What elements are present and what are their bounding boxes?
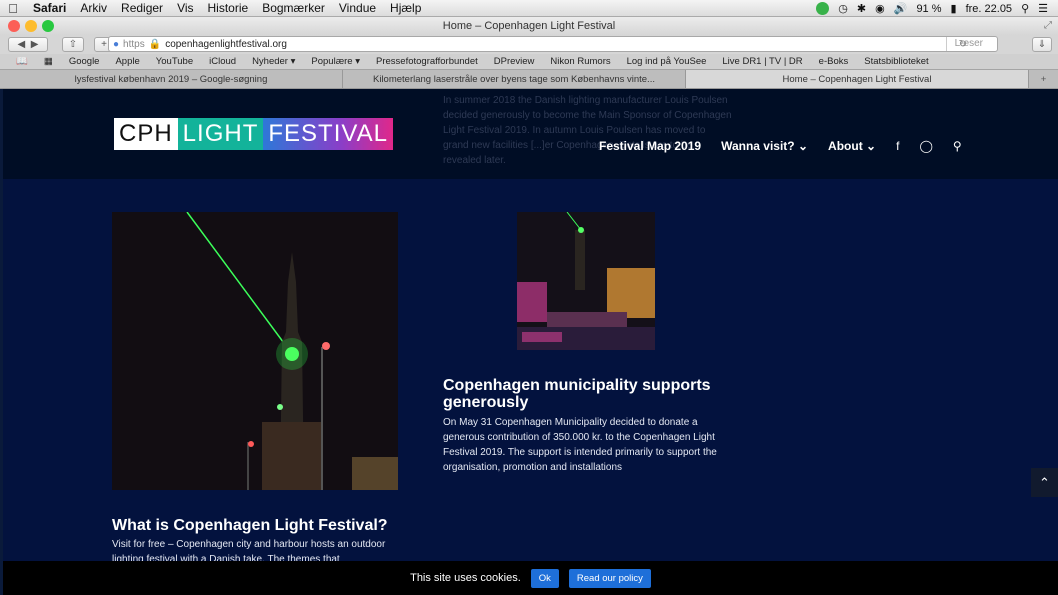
chevron-down-icon: ⌄ [866, 139, 877, 153]
back-icon[interactable]: ◀ [18, 39, 26, 50]
menu-bogmaerker[interactable]: Bogmærker [255, 1, 332, 15]
window-controls [8, 20, 54, 32]
reader-button[interactable]: Læser [945, 37, 991, 51]
bluetooth-icon[interactable]: ✱ [857, 2, 866, 15]
url-scheme: https [123, 38, 145, 50]
logo-festival: FESTIVAL [263, 118, 393, 150]
share-button[interactable]: ⇧ [62, 37, 84, 52]
nav-about[interactable]: About ⌄ [828, 139, 876, 153]
cookie-ok-button[interactable]: Ok [530, 568, 559, 588]
webpage-viewport: In summer 2018 the Danish lighting manuf… [3, 89, 1058, 595]
menu-vis[interactable]: Vis [170, 1, 200, 15]
main-nav: Festival Map 2019 Wanna visit? ⌄ About ⌄… [599, 139, 962, 153]
nav-wanna-visit[interactable]: Wanna visit? ⌄ [721, 139, 808, 153]
laser-tower-photo [112, 212, 398, 490]
spotlight-icon[interactable]: ⚲ [1021, 2, 1029, 15]
instagram-icon[interactable]: ◯ [919, 139, 932, 153]
apple-menu-icon[interactable]:  [0, 1, 26, 16]
nav-festival-map[interactable]: Festival Map 2019 [599, 139, 701, 153]
reading-list-icon[interactable]: 📖 [8, 56, 36, 67]
post-excerpt: Visit for free – Copenhagen city and har… [112, 539, 386, 561]
menu-rediger[interactable]: Rediger [114, 1, 170, 15]
bookmark-item[interactable]: DPreview [486, 56, 543, 67]
back-to-top-button[interactable]: ⌃ [1031, 468, 1058, 497]
search-icon[interactable]: ⚲ [953, 139, 962, 153]
new-tab-button[interactable]: + [1029, 70, 1058, 88]
bookmark-item[interactable]: Nikon Rumors [542, 56, 618, 67]
bookmark-item[interactable]: Nyheder ▾ [244, 56, 303, 67]
forward-icon[interactable]: ▶ [31, 39, 39, 50]
battery-percent[interactable]: 91 % [916, 3, 941, 15]
menu-vindue[interactable]: Vindue [332, 1, 383, 15]
tab-bar: lysfestival københavn 2019 – Google-søgn… [0, 70, 1058, 89]
menu-arkiv[interactable]: Arkiv [73, 1, 114, 15]
zoom-window-icon[interactable] [42, 20, 54, 32]
window-titlebar: Home – Copenhagen Light Festival ⤢ [0, 17, 1058, 35]
chevron-up-icon: ⌃ [1039, 475, 1050, 490]
minimize-window-icon[interactable] [25, 20, 37, 32]
bookmark-item[interactable]: Log ind på YouSee [619, 56, 715, 67]
facebook-icon[interactable]: f [896, 139, 899, 153]
bookmark-item[interactable]: Pressefotografforbundet [368, 56, 486, 67]
bookmark-item[interactable]: YouTube [148, 56, 201, 67]
post-image-harbour-night[interactable] [517, 212, 655, 350]
post-excerpt: On May 31 Copenhagen Municipality decide… [443, 417, 717, 473]
macos-menubar:  Safari Arkiv Rediger Vis Historie Bogm… [0, 0, 1058, 17]
bookmark-item[interactable]: e-Boks [811, 56, 857, 67]
post-title[interactable]: What is Copenhagen Light Festival? [112, 517, 412, 534]
post-title[interactable]: Copenhagen municipality supports generou… [443, 377, 733, 411]
bookmark-item[interactable]: Live DR1 | TV | DR [714, 56, 810, 67]
chevron-down-icon: ⌄ [797, 139, 809, 153]
battery-icon[interactable]: ▮ [951, 2, 957, 15]
nav-wanna-visit-label: Wanna visit? [721, 139, 795, 153]
fullscreen-icon[interactable]: ⤢ [1044, 17, 1052, 35]
nav-about-label: About [828, 139, 863, 153]
top-sites-icon[interactable]: ▦ [36, 56, 61, 67]
plus-icon: + [101, 39, 107, 50]
plus-icon: + [1040, 74, 1047, 85]
bookmark-item[interactable]: Google [61, 56, 108, 67]
site-header: In summer 2018 the Danish lighting manuf… [3, 89, 1058, 179]
clock[interactable]: fre. 22.05 [966, 3, 1012, 15]
header-ghost-text: In summer 2018 the Danish lighting manuf… [443, 95, 732, 166]
globe-icon: ● [113, 38, 120, 50]
window-title: Home – Copenhagen Light Festival [442, 20, 616, 32]
lock-icon: 🔒 [148, 38, 162, 50]
url-host[interactable]: copenhagenlightfestival.org [165, 39, 287, 50]
tab-laser-article[interactable]: Kilometerlang laserstråle over byens tag… [343, 70, 686, 88]
post-image-laser-tower[interactable] [112, 212, 398, 490]
notification-center-icon[interactable]: ☰ [1038, 2, 1048, 15]
cookie-bar: This site uses cookies. Ok Read our poli… [3, 561, 1058, 595]
menu-historie[interactable]: Historie [201, 1, 256, 15]
bookmark-item[interactable]: Statsbiblioteket [856, 56, 936, 67]
wifi-icon[interactable]: ◉ [875, 2, 885, 15]
site-logo[interactable]: CPH LIGHT FESTIVAL [114, 118, 393, 150]
share-icon: ⇧ [68, 39, 78, 50]
menu-hjaelp[interactable]: Hjælp [383, 1, 428, 15]
bookmark-item[interactable]: iCloud [201, 56, 244, 67]
tab-active-home[interactable]: Home – Copenhagen Light Festival [686, 70, 1029, 88]
menubar-status: ◷ ✱ ◉ 🔊 91 % ▮ fre. 22.05 ⚲ ☰ [816, 0, 1058, 17]
time-machine-icon[interactable]: ◷ [838, 2, 848, 15]
tab-google-search[interactable]: lysfestival københavn 2019 – Google-søgn… [0, 70, 343, 88]
cookie-text: This site uses cookies. [410, 572, 521, 584]
menu-app[interactable]: Safari [26, 1, 73, 15]
cookie-policy-button[interactable]: Read our policy [568, 568, 651, 588]
logo-light: LIGHT [177, 118, 264, 150]
harbour-night-photo [517, 212, 655, 350]
volume-icon[interactable]: 🔊 [894, 2, 908, 15]
back-forward-buttons[interactable]: ◀ ▶ [8, 37, 48, 52]
download-icon: ⇓ [1037, 39, 1047, 50]
bookmark-item[interactable]: Populære ▾ [303, 56, 368, 67]
bookmarks-bar: 📖 ▦ Google Apple YouTube iCloud Nyheder … [0, 54, 1058, 70]
logo-cph: CPH [114, 118, 178, 150]
downloads-button[interactable]: ⇓ [1032, 37, 1052, 52]
close-window-icon[interactable] [8, 20, 20, 32]
bookmark-item[interactable]: Apple [107, 56, 147, 67]
status-app-icon[interactable] [816, 2, 830, 15]
address-bar[interactable]: ● https 🔒 copenhagenlightfestival.org ↻ … [108, 36, 998, 52]
